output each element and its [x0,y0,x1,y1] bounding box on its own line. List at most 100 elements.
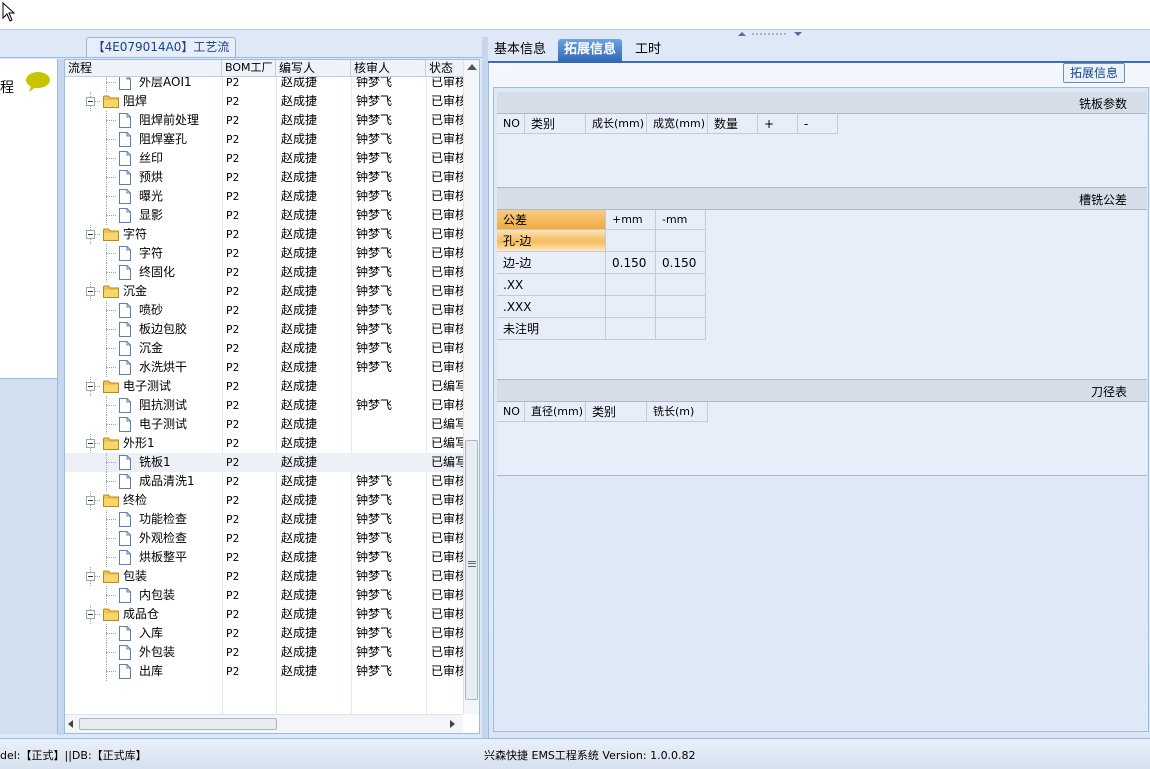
tree-step-row[interactable]: 功能检查 P2 赵成捷 钟梦飞 已审核 [65,510,463,529]
bom-factory-cell: P2 [226,209,240,222]
remove-column-button[interactable]: - [798,114,838,134]
tree-step-row[interactable]: 阻抗测试 P2 赵成捷 钟梦飞 已审核 [65,396,463,415]
column-header-bom[interactable]: BOM工厂 [222,60,276,77]
tree-step-row[interactable]: 入库 P2 赵成捷 钟梦飞 已审核 [65,624,463,643]
tree-folder-row[interactable]: 终检 P2 赵成捷 钟梦飞 已审核 [65,491,463,510]
collapse-toggle-icon[interactable] [86,572,95,581]
tree-step-row[interactable]: 水洗烘干 P2 赵成捷 钟梦飞 已审核 [65,358,463,377]
collapse-toggle-icon[interactable] [86,496,95,505]
writer-cell: 赵成捷 [281,77,318,89]
tree-step-row[interactable]: 烘板整平 P2 赵成捷 钟梦飞 已审核 [65,548,463,567]
row-header[interactable]: 未注明 [497,318,606,340]
column-header-writer[interactable]: 编写人 [276,60,351,77]
step-name: 显影 [139,208,164,222]
step-name: 曝光 [139,189,164,203]
tree-step-row[interactable]: 曝光 P2 赵成捷 钟梦飞 已审核 [65,187,463,206]
tree-step-row[interactable]: 外包装 P2 赵成捷 钟梦飞 已审核 [65,643,463,662]
column-header[interactable]: 成长(mm) [586,114,647,134]
scroll-up-arrow-icon[interactable] [467,64,477,70]
reviewer-cell: 钟梦飞 [356,474,393,488]
writer-cell: 赵成捷 [281,626,318,640]
panel-title: 【4E079014A0】工艺流程 [86,37,236,72]
scroll-left-arrow-icon[interactable] [68,720,73,728]
column-header[interactable]: 数量 [708,114,758,134]
tolerance-cell[interactable]: 0.150 [656,252,706,274]
horizontal-scroll-thumb[interactable] [79,718,277,730]
column-header[interactable]: NO [497,402,525,422]
column-header[interactable]: +mm [606,210,656,230]
chat-bubble-icon[interactable] [25,71,51,93]
tree-step-row[interactable]: 沉金 P2 赵成捷 钟梦飞 已审核 [65,339,463,358]
tolerance-cell[interactable] [606,318,656,340]
tab-extended-info[interactable]: 拓展信息 [558,39,623,63]
collapse-toggle-icon[interactable] [86,230,95,239]
tree-folder-row[interactable]: 字符 P2 赵成捷 钟梦飞 已审核 [65,225,463,244]
tolerance-cell[interactable] [656,274,706,296]
tree-folder-row[interactable]: 包装 P2 赵成捷 钟梦飞 已审核 [65,567,463,586]
tree-folder-row[interactable]: 外形1 P2 赵成捷 已编写 [65,434,463,453]
tree-step-row[interactable]: 阻焊塞孔 P2 赵成捷 钟梦飞 已审核 [65,130,463,149]
tree-step-row[interactable]: 字符 P2 赵成捷 钟梦飞 已审核 [65,244,463,263]
row-header[interactable]: 孔-边 [497,230,606,252]
tree-step-row[interactable]: 铣板1 P2 赵成捷 已编写 [65,453,463,472]
add-column-button[interactable]: + [758,114,798,134]
tree-step-row[interactable]: 出库 P2 赵成捷 钟梦飞 已审核 [65,662,463,681]
tolerance-cell[interactable]: 0.150 [606,252,656,274]
milling-params-section: 铣板参数 NO 类别 成长(mm) 成宽(mm) 数量 + - [497,92,1147,188]
section-header: 刀径表 [497,380,1147,402]
column-header[interactable]: 类别 [586,402,647,422]
tolerance-cell[interactable] [606,230,656,252]
tree-step-row[interactable]: 丝印 P2 赵成捷 钟梦飞 已审核 [65,149,463,168]
row-header[interactable]: .XX [497,274,606,296]
tree-step-row[interactable]: 显影 P2 赵成捷 钟梦飞 已审核 [65,206,463,225]
tree-folder-row[interactable]: 成品仓 P2 赵成捷 钟梦飞 已审核 [65,605,463,624]
tree-step-row[interactable]: 成品清洗1 P2 赵成捷 钟梦飞 已审核 [65,472,463,491]
tree-step-row[interactable]: 板边包胶 P2 赵成捷 钟梦飞 已审核 [65,320,463,339]
column-header[interactable]: 直径(mm) [525,402,586,422]
tree-folder-row[interactable]: 沉金 P2 赵成捷 钟梦飞 已审核 [65,282,463,301]
tree-folder-row[interactable]: 阻焊 P2 赵成捷 钟梦飞 已审核 [65,92,463,111]
column-header-status[interactable]: 状态 [426,60,463,77]
status-cell: 已审核 [431,303,463,317]
collapse-toggle-icon[interactable] [86,610,95,619]
reviewer-cell: 钟梦飞 [356,588,393,602]
column-header-reviewer[interactable]: 核审人 [351,60,426,77]
tree-step-row[interactable]: 外观检查 P2 赵成捷 钟梦飞 已审核 [65,529,463,548]
column-header[interactable]: 铣长(m) [647,402,708,422]
collapse-toggle-icon[interactable] [86,439,95,448]
column-header[interactable]: 类别 [525,114,586,134]
collapse-toggle-icon[interactable] [86,97,95,106]
tree-step-row[interactable]: 预烘 P2 赵成捷 钟梦飞 已审核 [65,168,463,187]
column-header-flow[interactable]: 流程 [65,60,222,77]
tolerance-cell[interactable] [656,318,706,340]
tolerance-cell[interactable] [656,230,706,252]
column-header[interactable]: -mm [656,210,706,230]
tree-step-row[interactable]: 喷砂 P2 赵成捷 钟梦飞 已审核 [65,301,463,320]
column-header[interactable]: NO [497,114,525,134]
scroll-right-arrow-icon[interactable] [450,720,455,728]
reviewer-cell: 钟梦飞 [356,113,393,127]
step-name: 阻焊塞孔 [139,132,188,146]
tolerance-cell[interactable] [606,296,656,318]
tree-folder-row[interactable]: 电子测试 P2 赵成捷 已编写 [65,377,463,396]
column-header[interactable]: 成宽(mm) [647,114,708,134]
column-header[interactable]: 公差 [497,210,606,230]
extended-info-button[interactable]: 拓展信息 [1063,63,1125,83]
tree-step-row[interactable]: 外层AOI1 P2 赵成捷 钟梦飞 已审核 [65,77,463,92]
tab-work-hours[interactable]: 工时 [629,39,667,63]
collapse-toggle-icon[interactable] [86,287,95,296]
tolerance-cell[interactable] [656,296,706,318]
vertical-scrollbar[interactable] [463,60,479,714]
row-header[interactable]: .XXX [497,296,606,318]
horizontal-scrollbar[interactable] [65,714,463,733]
tolerance-cell[interactable] [606,274,656,296]
scroll-thumb[interactable] [465,440,478,700]
row-header[interactable]: 边-边 [497,252,606,274]
tab-basic-info[interactable]: 基本信息 [488,39,552,63]
tree-step-row[interactable]: 内包装 P2 赵成捷 钟梦飞 已审核 [65,586,463,605]
tree-step-row[interactable]: 终固化 P2 赵成捷 钟梦飞 已审核 [65,263,463,282]
tree-step-row[interactable]: 阻焊前处理 P2 赵成捷 钟梦飞 已审核 [65,111,463,130]
tree-step-row[interactable]: 电子测试 P2 赵成捷 已编写 [65,415,463,434]
collapse-toggle-icon[interactable] [86,382,95,391]
nav-empty-area [0,379,58,734]
